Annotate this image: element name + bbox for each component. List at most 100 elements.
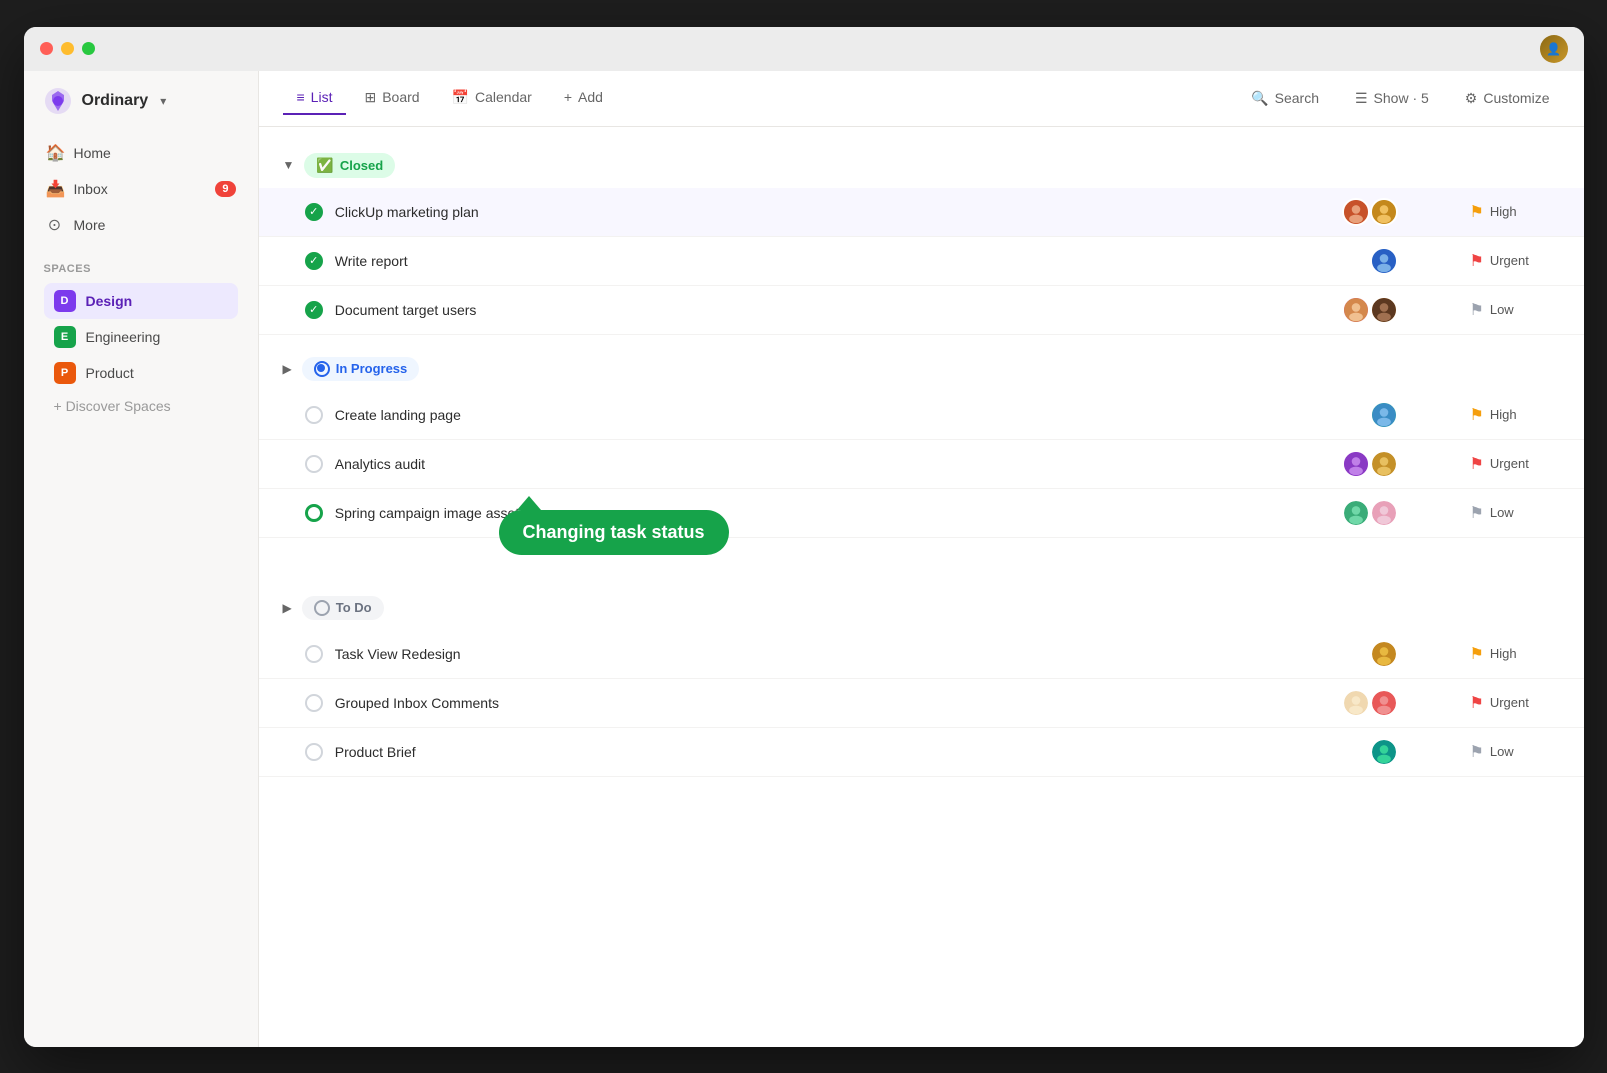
- app-body: Ordinary ▾ 🏠 Home 📥 Inbox 9 ⊙ More: [24, 71, 1584, 1047]
- search-button[interactable]: 🔍 Search: [1241, 84, 1329, 113]
- discover-spaces-button[interactable]: + Discover Spaces: [44, 391, 238, 421]
- minimize-button[interactable]: [61, 42, 74, 55]
- toolbar: ≡ List ⊞ Board 📅 Calendar + Add �: [259, 71, 1584, 127]
- task-checkbox[interactable]: [305, 455, 323, 473]
- customize-icon: ⚙: [1465, 90, 1478, 107]
- avatar: [1370, 738, 1398, 766]
- brand[interactable]: Ordinary ▾: [24, 71, 258, 131]
- search-label: Search: [1275, 90, 1319, 106]
- brand-name: Ordinary: [82, 92, 149, 110]
- brand-logo: [44, 87, 72, 115]
- maximize-button[interactable]: [82, 42, 95, 55]
- priority-flag-icon: ⚑: [1470, 405, 1484, 425]
- sidebar-item-product[interactable]: P Product: [44, 355, 238, 391]
- avatar: [1370, 198, 1398, 226]
- task-priority: ⚑ High: [1470, 405, 1560, 425]
- task-priority: ⚑ Low: [1470, 503, 1560, 523]
- task-checkbox[interactable]: [305, 743, 323, 761]
- task-checkbox[interactable]: [305, 504, 323, 522]
- sidebar: Ordinary ▾ 🏠 Home 📥 Inbox 9 ⊙ More: [24, 71, 259, 1047]
- todo-icon: [314, 600, 330, 616]
- section-header-todo[interactable]: ▶ To Do: [259, 586, 1584, 630]
- task-checkbox[interactable]: ✓: [305, 203, 323, 221]
- task-checkbox[interactable]: ✓: [305, 252, 323, 270]
- table-row[interactable]: ⠿ Task View Redesign ⚑ High: [259, 630, 1584, 679]
- close-button[interactable]: [40, 42, 53, 55]
- task-checkbox[interactable]: [305, 645, 323, 663]
- priority-flag-icon: ⚑: [1470, 300, 1484, 320]
- task-checkbox[interactable]: ✓: [305, 301, 323, 319]
- priority-label: High: [1490, 646, 1517, 661]
- avatar: [1370, 450, 1398, 478]
- task-name: Write report: [335, 253, 1358, 269]
- task-priority: ⚑ Urgent: [1470, 454, 1560, 474]
- task-priority: ⚑ High: [1470, 202, 1560, 222]
- more-icon: ⊙: [46, 215, 64, 235]
- priority-label: High: [1490, 204, 1517, 219]
- tab-calendar[interactable]: 📅 Calendar: [438, 81, 546, 116]
- task-avatars: [1342, 198, 1398, 226]
- brand-chevron: ▾: [160, 94, 166, 108]
- table-row[interactable]: ⠿ ✓ Document target users ⚑ Low: [259, 286, 1584, 335]
- section-header-inprogress[interactable]: ▶ In Progress: [259, 347, 1584, 391]
- avatar: [1370, 689, 1398, 717]
- board-icon: ⊞: [364, 89, 376, 106]
- closed-label: Closed: [340, 158, 383, 173]
- task-priority: ⚑ Low: [1470, 300, 1560, 320]
- sidebar-item-more[interactable]: ⊙ More: [36, 207, 246, 243]
- task-avatars: [1342, 450, 1398, 478]
- sidebar-item-engineering[interactable]: E Engineering: [44, 319, 238, 355]
- customize-button[interactable]: ⚙ Customize: [1455, 84, 1560, 113]
- titlebar: 👤: [24, 27, 1584, 71]
- task-name: Spring campaign image assets: [335, 505, 1330, 521]
- tab-add[interactable]: + Add: [550, 81, 617, 115]
- avatar: [1370, 296, 1398, 324]
- sidebar-item-inbox[interactable]: 📥 Inbox 9: [36, 171, 246, 207]
- tab-add-label: Add: [578, 89, 603, 105]
- avatar: [1342, 450, 1370, 478]
- tab-list[interactable]: ≡ List: [283, 81, 347, 115]
- sidebar-nav: 🏠 Home 📥 Inbox 9 ⊙ More: [24, 131, 258, 247]
- priority-label: High: [1490, 407, 1517, 422]
- table-row[interactable]: ⠿ Grouped Inbox Comments ⚑ Urgent: [259, 679, 1584, 728]
- task-priority: ⚑ Urgent: [1470, 251, 1560, 271]
- show-button[interactable]: ☰ Show · 5: [1345, 84, 1439, 113]
- product-icon: P: [54, 362, 76, 384]
- sidebar-item-more-label: More: [74, 217, 106, 233]
- tooltip-bubble: Changing task status: [499, 510, 729, 555]
- priority-flag-icon: ⚑: [1470, 202, 1484, 222]
- task-avatars: [1370, 247, 1398, 275]
- task-checkbox[interactable]: [305, 694, 323, 712]
- tab-calendar-label: Calendar: [475, 89, 532, 105]
- table-row[interactable]: ⠿ ✓ Write report ⚑ Urgent: [259, 237, 1584, 286]
- priority-label: Low: [1490, 505, 1514, 520]
- table-row[interactable]: ⠿ Analytics audit ⚑ Urgent: [259, 440, 1584, 489]
- avatar: [1370, 401, 1398, 429]
- section-header-closed[interactable]: ▼ ✅ Closed: [259, 143, 1584, 188]
- inbox-badge: 9: [215, 181, 235, 197]
- tab-board[interactable]: ⊞ Board: [350, 81, 433, 116]
- todo-badge: To Do: [302, 596, 384, 620]
- task-name: Analytics audit: [335, 456, 1330, 472]
- closed-check-icon: ✅: [316, 157, 333, 174]
- task-name: Document target users: [335, 302, 1330, 318]
- sidebar-item-home[interactable]: 🏠 Home: [36, 135, 246, 171]
- avatar: [1342, 198, 1370, 226]
- priority-flag-icon: ⚑: [1470, 693, 1484, 713]
- task-checkbox[interactable]: [305, 406, 323, 424]
- user-avatar[interactable]: 👤: [1540, 35, 1568, 63]
- list-icon: ≡: [297, 89, 305, 105]
- task-avatars: [1342, 499, 1398, 527]
- task-name: Product Brief: [335, 744, 1358, 760]
- table-row[interactable]: ⠿ ✓ ClickUp marketing plan ⚑ High: [259, 188, 1584, 237]
- inprogress-badge: In Progress: [302, 357, 420, 381]
- inprogress-label: In Progress: [336, 361, 408, 376]
- table-row[interactable]: ⠿ Create landing page ⚑ High: [259, 391, 1584, 440]
- sidebar-item-design[interactable]: D Design: [44, 283, 238, 319]
- table-row[interactable]: ⠿ Product Brief ⚑ Low: [259, 728, 1584, 777]
- tab-board-label: Board: [382, 89, 419, 105]
- task-avatars: [1342, 296, 1398, 324]
- table-row[interactable]: ⠿ Spring campaign image assets ⚑ Low: [259, 489, 1584, 538]
- closed-badge: ✅ Closed: [304, 153, 395, 178]
- priority-label: Low: [1490, 744, 1514, 759]
